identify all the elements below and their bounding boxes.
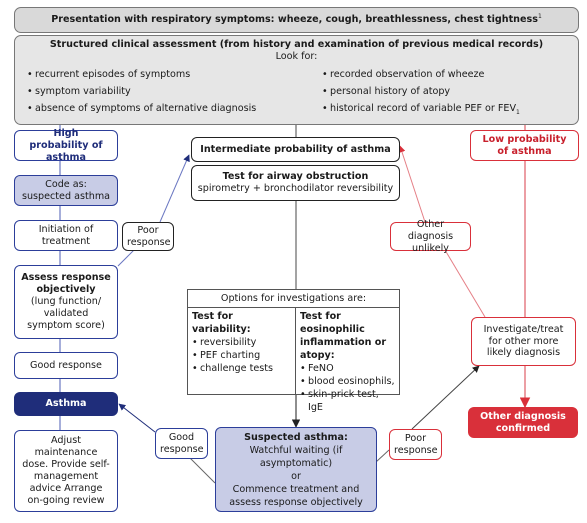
intermediate-probability-box: Intermediate probability of asthma [191,137,400,162]
low-probability-box: Low probability of asthma [470,130,579,161]
look-for-item: recorded observation of wheeze [322,66,520,83]
poor-left-line-a [117,249,135,267]
unlikely-arrow [398,145,426,223]
look-for-item: historical record of variable PEF or FEV… [322,100,520,121]
variability-title: Test for variability: [192,311,251,335]
asthma-box: Asthma [14,392,118,416]
poor-left-arrow [159,154,190,223]
poor-right-line-a [375,449,390,463]
asthma-diagnosis-flowchart: Presentation with respiratory symptoms: … [0,0,587,523]
good-mid-line-a [189,457,216,484]
good-mid-arrow [118,403,156,433]
poor-response-right-box: Poor response [389,429,442,460]
good-response-left-box: Good response [14,352,118,379]
options-header: Options for investigations are: [188,290,399,308]
assessment-title: Structured clinical assessment (from his… [49,39,544,50]
eosinophilic-item: skin-prick test, IgE [300,388,395,414]
variability-item: challenge tests [192,362,291,375]
assess-response-box: Assess response objectively (lung functi… [14,265,118,339]
look-for-right-list: recorded observation of wheeze personal … [322,66,520,121]
airway-test-box: Test for airway obstruction spirometry +… [191,165,400,201]
presentation-text: Presentation with respiratory symptoms: … [51,14,538,26]
poor-response-left-box: Poor response [122,222,174,251]
look-for-item: recurrent episodes of symptoms [27,66,322,83]
high-probability-box: High probability of asthma [14,128,118,163]
other-diagnosis-unlikely-box: Other diagnosis unlikely [390,219,471,254]
variability-item: PEF charting [192,349,291,362]
assessment-box: Structured clinical assessment (from his… [14,35,579,125]
eosinophilic-title: Test for eosinophilic inflammation or at… [300,311,387,361]
initiation-box: Initiation of treatment [14,220,118,251]
look-for-label: Look for: [275,50,318,62]
presentation-box: Presentation with respiratory symptoms: … [14,7,579,33]
investigation-options-table: Options for investigations are: Test for… [187,289,400,413]
good-response-mid-box: Good response [155,428,208,459]
other-diagnosis-confirmed-box: Other diagnosis confirmed [468,407,578,438]
unlikely-line-a [444,249,486,318]
look-for-item: absence of symptoms of alternative diagn… [27,100,322,117]
look-for-item: personal history of atopy [322,83,520,100]
investigate-treat-box: Investigate/treat for other more likely … [471,317,576,366]
eosinophilic-item: FeNO [300,362,395,375]
eosinophilic-item: blood eosinophils, [300,375,395,388]
variability-item: reversibility [192,336,291,349]
footnote-marker: 1 [537,13,542,21]
code-as-box: Code as: suspected asthma [14,175,118,206]
adjust-maintenance-box: Adjust maintenance dose. Provide self-ma… [14,430,118,512]
look-for-item: symptom variability [27,83,322,100]
look-for-left-list: recurrent episodes of symptoms symptom v… [27,66,322,121]
suspected-asthma-box: Suspected asthma: Watchful waiting (if a… [215,427,377,512]
